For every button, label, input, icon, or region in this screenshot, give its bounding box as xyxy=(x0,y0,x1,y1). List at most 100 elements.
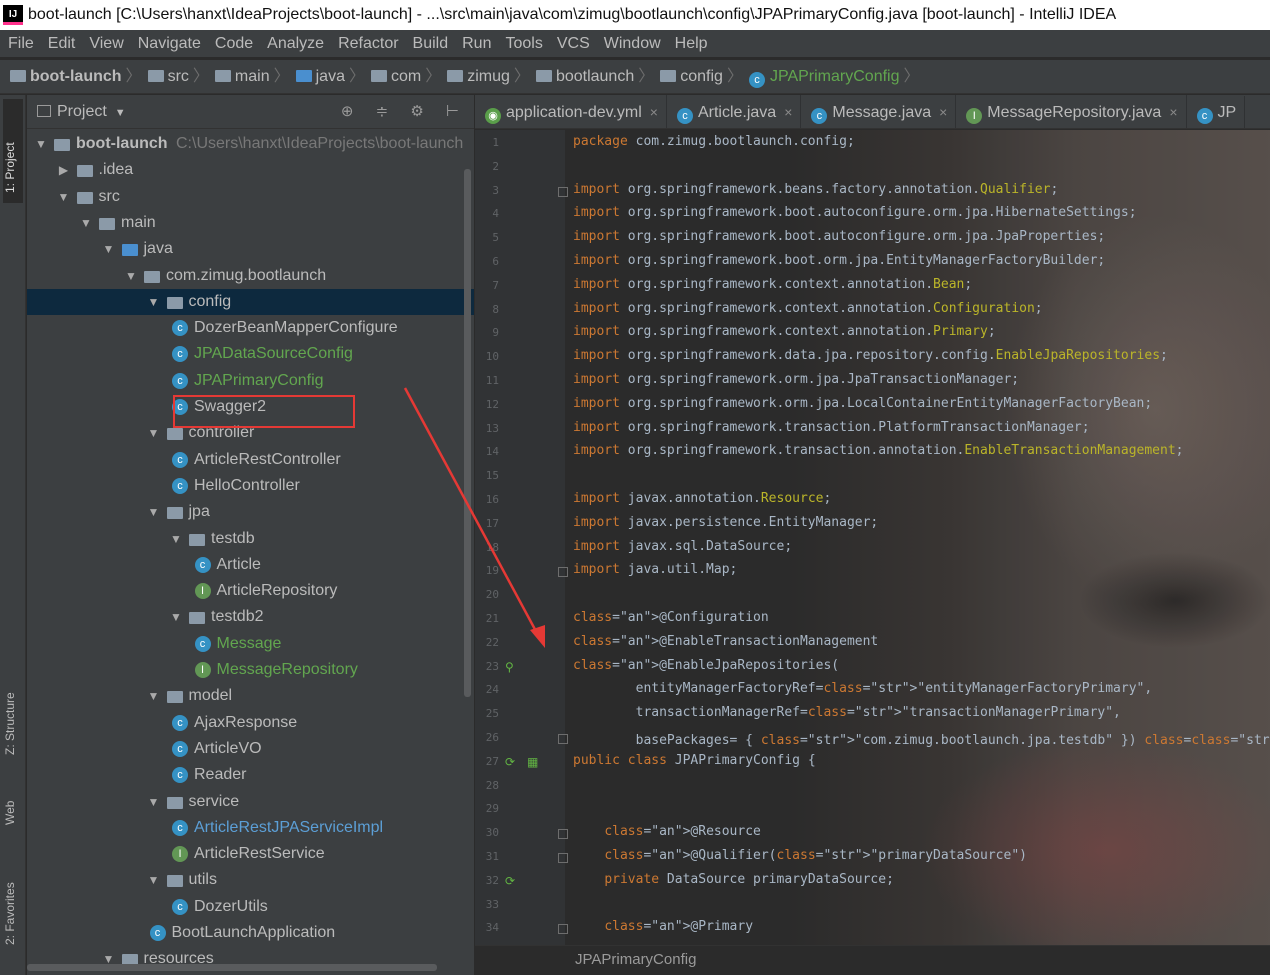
tree-item-jpa[interactable]: ▼ jpa xyxy=(27,499,474,525)
code-line[interactable]: public class JPAPrimaryConfig { xyxy=(573,753,816,768)
fold-marker-icon[interactable] xyxy=(558,186,568,197)
spring-search-icon[interactable]: ⚲ xyxy=(505,660,514,674)
code-line[interactable]: class="an">@Qualifier(class="str">"prima… xyxy=(573,848,1027,863)
editor-tab-article-java[interactable]: c Article.java × xyxy=(667,95,802,128)
code-line[interactable]: import org.springframework.boot.autoconf… xyxy=(573,205,1137,220)
code-line[interactable]: import org.springframework.context.annot… xyxy=(573,277,972,292)
expand-arrow-icon[interactable]: ▼ xyxy=(170,526,182,552)
expand-arrow-icon[interactable]: ▼ xyxy=(35,131,47,157)
tab-project-tool[interactable]: 1: Project xyxy=(3,99,23,203)
fold-marker-icon[interactable] xyxy=(558,829,568,840)
code-line[interactable]: class="an">@EnableTransactionManagement xyxy=(573,634,878,649)
tree-item-articlerepository[interactable]: I ArticleRepository xyxy=(27,578,474,604)
tree-item-jpadatasourceconfig[interactable]: c JPADataSourceConfig xyxy=(27,341,474,367)
crumb-config[interactable]: config 〉 xyxy=(660,60,747,94)
tree-item-dozerutils[interactable]: c DozerUtils xyxy=(27,894,474,920)
tree-item-model[interactable]: ▼ model xyxy=(27,683,474,709)
tree-item-ajaxresponse[interactable]: c AjaxResponse xyxy=(27,710,474,736)
spring-bean-icon[interactable]: ⟳ xyxy=(505,874,515,888)
crumb-project[interactable]: boot-launch 〉 xyxy=(10,60,146,94)
editor-tab-message-java[interactable]: c Message.java × xyxy=(801,95,957,128)
tree-item-config[interactable]: ▼ config xyxy=(27,288,474,315)
expand-arrow-icon[interactable]: ▼ xyxy=(148,420,160,446)
code-line[interactable]: entityManagerFactoryRef=class="str">"ent… xyxy=(573,681,1153,696)
crumb-main[interactable]: main 〉 xyxy=(214,60,294,94)
tree-item-hellocontroller[interactable]: c HelloController xyxy=(27,473,474,499)
tree-item-java[interactable]: ▼ java xyxy=(27,236,474,262)
code-line[interactable]: package com.zimug.bootlaunch.config; xyxy=(573,134,855,149)
tree-item-testdb2[interactable]: ▼ testdb2 xyxy=(27,604,474,630)
code-line[interactable]: import org.springframework.data.jpa.repo… xyxy=(573,348,1168,363)
tab-favorites-tool[interactable]: 2: Favorites xyxy=(3,865,23,945)
code-line[interactable]: class="an">@Primary xyxy=(573,919,753,934)
collapse-arrow-icon[interactable]: ▶ xyxy=(58,157,70,183)
crumb-java[interactable]: java 〉 xyxy=(295,60,369,94)
code-line[interactable]: import javax.sql.DataSource; xyxy=(573,539,792,554)
code-line[interactable]: import javax.annotation.Resource; xyxy=(573,491,831,506)
tree-item-reader[interactable]: c Reader xyxy=(27,762,474,788)
menu-analyze[interactable]: Analyze xyxy=(260,30,331,57)
editor-breadcrumb[interactable]: JPAPrimaryConfig xyxy=(475,945,1270,975)
code-line[interactable]: import org.springframework.boot.orm.jpa.… xyxy=(573,253,1105,268)
crumb-class[interactable]: c JPAPrimaryConfig 〉 xyxy=(748,60,924,94)
code-line[interactable]: import org.springframework.boot.autoconf… xyxy=(573,229,1105,244)
fold-marker-icon[interactable] xyxy=(558,924,568,935)
tree-item-com-zimug-bootlaunch[interactable]: ▼ com.zimug.bootlaunch xyxy=(27,263,474,289)
editor-tab-jp[interactable]: c JP xyxy=(1187,96,1246,128)
tab-structure-tool[interactable]: Z: Structure xyxy=(3,665,23,755)
close-icon[interactable]: × xyxy=(1169,104,1177,120)
code-line[interactable]: import org.springframework.orm.jpa.JpaTr… xyxy=(573,372,1019,387)
expand-arrow-icon[interactable]: ▼ xyxy=(58,184,70,210)
expand-arrow-icon[interactable]: ▼ xyxy=(103,236,115,262)
code-line[interactable]: import org.springframework.transaction.P… xyxy=(573,420,1090,435)
code-line[interactable]: import org.springframework.context.annot… xyxy=(573,301,1043,316)
tree-item-boot-launch[interactable]: ▼ boot-launch C:\Users\hanxt\IdeaProjects\… xyxy=(27,131,474,157)
tree-item-jpaprimaryconfig[interactable]: c JPAPrimaryConfig xyxy=(27,368,474,394)
editor-tab-messagerepository-java[interactable]: I MessageRepository.java × xyxy=(956,95,1187,128)
crumb-src[interactable]: src 〉 xyxy=(147,60,213,94)
code-line[interactable]: class="an">@EnableJpaRepositories( xyxy=(573,658,839,673)
code-line[interactable]: class="an">@Configuration xyxy=(573,610,769,625)
expand-arrow-icon[interactable]: ▼ xyxy=(125,263,137,289)
project-view-selector[interactable]: Project xyxy=(57,103,107,120)
tree-item--idea[interactable]: ▶ .idea xyxy=(27,157,474,183)
tree-item-article[interactable]: c Article xyxy=(27,552,474,578)
tree-item-articlerestservice[interactable]: I ArticleRestService xyxy=(27,841,474,867)
code-line[interactable]: class="an">@Resource xyxy=(573,824,761,839)
tree-item-src[interactable]: ▼ src xyxy=(27,184,474,210)
code-line[interactable]: import org.springframework.context.annot… xyxy=(573,324,996,339)
code-editor[interactable]: 1 2 3 4 5 6 7 8 9 10 11 12 13 14 15 16 17 18 19 20 21 22 23 24 2… xyxy=(475,130,1270,945)
code-line[interactable]: basePackages= { class="str">"com.zimug.b… xyxy=(573,729,1270,748)
menu-run[interactable]: Run xyxy=(455,30,498,57)
tree-item-utils[interactable]: ▼ utils xyxy=(27,867,474,893)
menu-tools[interactable]: Tools xyxy=(498,30,549,57)
code-line[interactable]: import org.springframework.transaction.a… xyxy=(573,443,1184,458)
tree-item-testdb[interactable]: ▼ testdb xyxy=(27,526,474,552)
tree-item-messagerepository[interactable]: I MessageRepository xyxy=(27,657,474,683)
expand-arrow-icon[interactable]: ▼ xyxy=(148,499,160,525)
tree-item-articlerestcontroller[interactable]: c ArticleRestController xyxy=(27,447,474,473)
close-icon[interactable]: × xyxy=(650,104,658,120)
tree-item-bootlaunchapplication[interactable]: c BootLaunchApplication xyxy=(27,920,474,946)
code-line[interactable]: private DataSource primaryDataSource; xyxy=(573,872,894,887)
tree-item-articlerestjpaserviceimpl[interactable]: c ArticleRestJPAServiceImpl xyxy=(27,815,474,841)
code-line[interactable]: import org.springframework.orm.jpa.Local… xyxy=(573,396,1152,411)
expand-arrow-icon[interactable]: ▼ xyxy=(148,289,160,315)
expand-arrow-icon[interactable]: ▼ xyxy=(148,867,160,893)
crumb-zimug[interactable]: zimug 〉 xyxy=(447,60,534,94)
menu-view[interactable]: View xyxy=(82,30,130,57)
close-icon[interactable]: × xyxy=(784,104,792,120)
chevron-down-icon[interactable]: ▼ xyxy=(115,107,126,119)
code-line[interactable]: import org.springframework.beans.factory… xyxy=(573,182,1058,197)
tree-item-main[interactable]: ▼ main xyxy=(27,210,474,236)
menu-edit[interactable]: Edit xyxy=(41,30,83,57)
menu-refactor[interactable]: Refactor xyxy=(331,30,405,57)
tree-item-message[interactable]: c Message xyxy=(27,631,474,657)
spring-config-icon[interactable]: ▦ xyxy=(527,755,538,769)
menu-vcs[interactable]: VCS xyxy=(550,30,597,57)
tree-item-articlevo[interactable]: c ArticleVO xyxy=(27,736,474,762)
code-line[interactable]: import javax.persistence.EntityManager; xyxy=(573,515,878,530)
fold-marker-icon[interactable] xyxy=(558,734,568,744)
fold-marker-icon[interactable] xyxy=(558,853,568,863)
tree-item-service[interactable]: ▼ service xyxy=(27,789,474,815)
